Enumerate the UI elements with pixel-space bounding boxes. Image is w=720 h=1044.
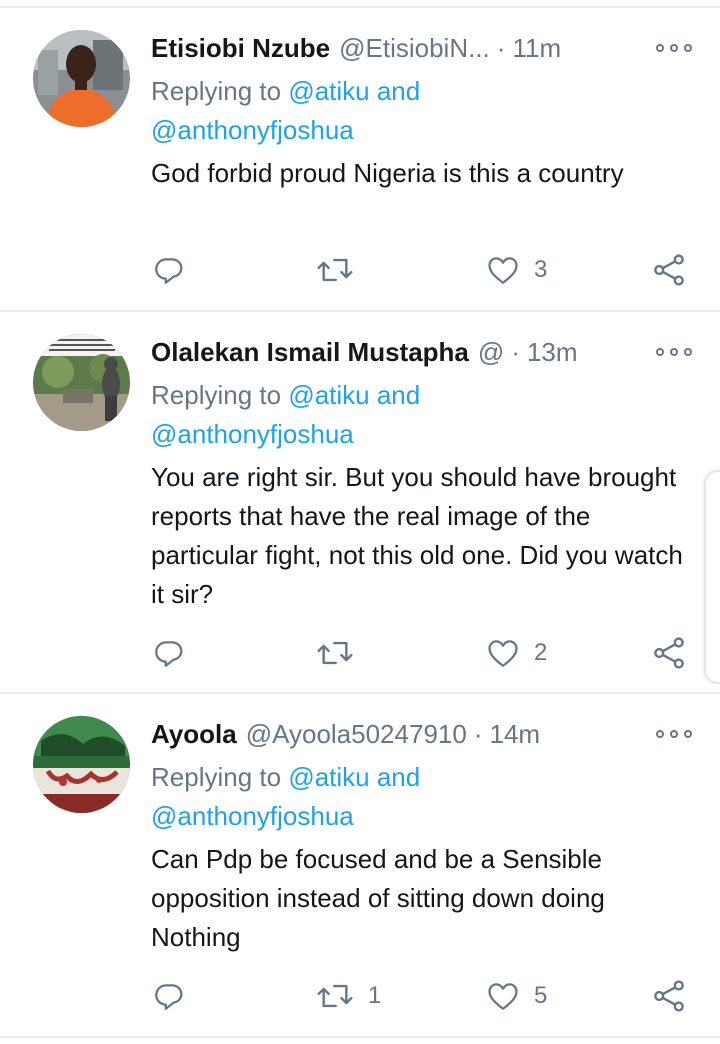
share-icon [654, 254, 684, 286]
user-handle[interactable]: @ [478, 337, 504, 368]
like-button[interactable]: 2 [486, 633, 547, 673]
reply-icon [155, 641, 183, 667]
tweet-actions: 2 [0, 633, 720, 673]
mention-link[interactable]: @atiku and [288, 762, 420, 792]
mention-link[interactable]: @anthonyfjoshua [151, 801, 354, 831]
tweet-2[interactable]: Olalekan Ismail Mustapha @ · 13m Replyin… [0, 312, 720, 692]
avatar[interactable] [33, 30, 130, 127]
tweet-text: You are right sir. But you should have b… [151, 462, 683, 609]
share-icon [654, 980, 684, 1012]
reply-prefix: Replying to [151, 380, 282, 410]
reply-icon [155, 258, 183, 284]
mention-link[interactable]: @anthonyfjoshua [151, 419, 354, 449]
more-options-icon[interactable] [640, 730, 692, 738]
reply-button[interactable] [152, 250, 186, 290]
display-name[interactable]: Ayoola [151, 719, 237, 750]
replying-to: Replying to @atiku and @anthonyfjoshua [151, 758, 692, 836]
more-options-icon[interactable] [640, 44, 692, 52]
like-button[interactable]: 5 [486, 976, 547, 1016]
mention-link[interactable]: @atiku and [288, 380, 420, 410]
like-count: 3 [534, 256, 548, 283]
tweet-separator [0, 1036, 720, 1038]
timestamp[interactable]: 11m [512, 33, 561, 64]
heart-icon [488, 983, 518, 1010]
more-options-icon[interactable] [640, 348, 692, 356]
reply-prefix: Replying to [151, 762, 282, 792]
user-handle[interactable]: @EtisiobiN... [339, 33, 490, 64]
edge-panel-handle[interactable] [704, 470, 720, 684]
replying-to: Replying to @atiku and @anthonyfjoshua [151, 376, 692, 454]
tweet-header: Ayoola @Ayoola50247910 · 14m [151, 716, 692, 752]
timestamp[interactable]: 14m [490, 719, 541, 750]
retweet-button[interactable]: 1 [316, 976, 381, 1016]
tweet-actions: 1 5 [0, 976, 720, 1016]
tweet-3[interactable]: Ayoola @Ayoola50247910 · 14m Replying to… [0, 694, 720, 1034]
tweet-header: Olalekan Ismail Mustapha @ · 13m [151, 334, 692, 370]
avatar[interactable] [33, 716, 130, 813]
retweet-icon [317, 984, 353, 1008]
reply-button[interactable] [152, 976, 186, 1016]
user-handle[interactable]: @Ayoola50247910 [246, 719, 467, 750]
tweet-text: Can Pdp be focused and be a Sensible opp… [151, 844, 605, 952]
retweet-count: 1 [368, 982, 382, 1009]
mention-link[interactable]: @atiku and [288, 76, 420, 106]
display-name[interactable]: Etisiobi Nzube [151, 33, 330, 64]
avatar[interactable] [33, 334, 130, 431]
tweet-header: Etisiobi Nzube @EtisiobiN... · 11m [151, 30, 692, 66]
timestamp[interactable]: 13m [527, 337, 578, 368]
tweet-text: God forbid proud Nigeria is this a count… [151, 158, 624, 188]
like-button[interactable]: 3 [486, 250, 547, 290]
share-icon [654, 637, 684, 669]
like-count: 5 [534, 982, 548, 1009]
retweet-button[interactable] [316, 633, 368, 673]
display-name[interactable]: Olalekan Ismail Mustapha [151, 337, 469, 368]
share-button[interactable] [651, 250, 687, 290]
separator-dot: · [473, 718, 483, 749]
separator-dot: · [511, 336, 520, 367]
retweet-icon [317, 258, 353, 282]
replying-to: Replying to @atiku and @anthonyfjoshua [151, 72, 692, 150]
heart-icon [488, 640, 518, 667]
tweet-1[interactable]: Etisiobi Nzube @EtisiobiN... · 11m Reply… [0, 0, 720, 310]
tweet-actions: 3 [0, 250, 720, 290]
like-count: 2 [534, 639, 548, 666]
separator-dot: · [496, 32, 506, 63]
reply-icon [155, 984, 183, 1010]
mention-link[interactable]: @anthonyfjoshua [151, 115, 354, 145]
heart-icon [488, 257, 518, 284]
retweet-icon [317, 641, 353, 665]
share-button[interactable] [651, 976, 687, 1016]
retweet-button[interactable] [316, 250, 368, 290]
share-button[interactable] [651, 633, 687, 673]
reply-button[interactable] [152, 633, 186, 673]
reply-prefix: Replying to [151, 76, 282, 106]
